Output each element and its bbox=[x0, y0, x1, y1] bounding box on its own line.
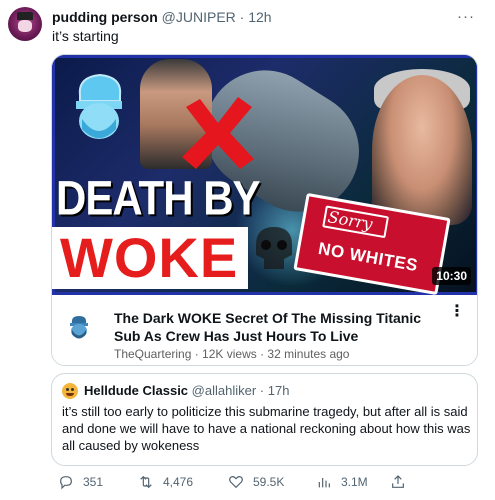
author-handle[interactable]: @JUNIPER bbox=[162, 9, 236, 25]
more-icon[interactable]: ··· bbox=[457, 8, 475, 25]
author-name[interactable]: pudding person bbox=[52, 9, 158, 25]
share-button[interactable] bbox=[390, 474, 406, 490]
quote-text: it’s still too early to politicize this … bbox=[62, 404, 471, 453]
channel-icon[interactable] bbox=[66, 313, 92, 339]
like-icon bbox=[229, 475, 243, 489]
action-bar: 351 4,476 59.5K 3.1M bbox=[58, 474, 478, 494]
views-button[interactable]: 3.1M bbox=[316, 474, 368, 490]
video-age: 32 minutes ago bbox=[267, 347, 350, 361]
share-icon bbox=[392, 475, 404, 488]
views-count: 3.1M bbox=[341, 475, 368, 489]
avatar-mouth bbox=[66, 393, 74, 396]
card-more-icon[interactable]: ⋮ bbox=[449, 304, 465, 320]
author-avatar[interactable] bbox=[8, 7, 42, 41]
retweet-count: 4,476 bbox=[163, 475, 194, 489]
reply-count: 351 bbox=[83, 475, 104, 489]
reply-icon bbox=[60, 476, 72, 490]
thumbnail-headline-1: DEATH BY bbox=[56, 170, 261, 225]
view-count: 12K views bbox=[202, 347, 257, 361]
video-card[interactable]: DEATH BY WOKE Sorry NO WHITES 10:30 The … bbox=[51, 54, 478, 366]
video-meta: TheQuartering · 12K views · 32 minutes a… bbox=[114, 347, 349, 361]
reply-button[interactable]: 351 bbox=[58, 474, 103, 490]
tweet-time[interactable]: 12h bbox=[248, 9, 271, 25]
quote-avatar[interactable] bbox=[62, 383, 78, 399]
sign-sorry-text: Sorry bbox=[326, 207, 375, 234]
like-button[interactable]: 59.5K bbox=[228, 474, 284, 490]
channel-name[interactable]: TheQuartering bbox=[114, 347, 191, 361]
quote-tweet[interactable]: Helldude Classic @allahliker · 17h it’s … bbox=[51, 373, 478, 466]
red-x-icon bbox=[182, 97, 254, 169]
meta-separator-1: · bbox=[191, 347, 203, 361]
tweet-text: it’s starting bbox=[52, 28, 119, 44]
video-thumbnail[interactable]: DEATH BY WOKE Sorry NO WHITES 10:30 bbox=[52, 55, 477, 295]
blue-head-icon bbox=[76, 73, 122, 139]
meta-separator-2: · bbox=[256, 347, 268, 361]
video-duration: 10:30 bbox=[432, 267, 471, 285]
avatar-hat bbox=[17, 12, 33, 20]
retweet-button[interactable]: 4,476 bbox=[138, 474, 193, 490]
retweet-icon bbox=[140, 475, 152, 489]
quote-header: Helldude Classic @allahliker · 17h bbox=[84, 383, 289, 398]
like-count: 59.5K bbox=[253, 475, 285, 489]
quote-time[interactable]: 17h bbox=[268, 383, 290, 398]
quote-author-handle[interactable]: @allahliker bbox=[192, 383, 257, 398]
avatar-eye-left bbox=[66, 388, 69, 391]
tweet[interactable]: pudding person @JUNIPER · 12h ··· it’s s… bbox=[0, 0, 495, 500]
quote-separator: · bbox=[259, 383, 265, 398]
skull-icon bbox=[256, 227, 292, 269]
sign-bottom-text: NO WHITES bbox=[316, 238, 420, 276]
avatar-eye-right bbox=[71, 388, 74, 391]
thumbnail-headline-2: WOKE bbox=[60, 226, 239, 289]
header-separator: · bbox=[239, 9, 245, 25]
quote-author-name[interactable]: Helldude Classic bbox=[84, 383, 188, 398]
avatar-face bbox=[18, 20, 32, 32]
video-info[interactable]: The Dark WOKE Secret Of The Missing Tita… bbox=[52, 295, 477, 365]
views-icon bbox=[318, 478, 330, 488]
tweet-header: pudding person @JUNIPER · 12h bbox=[52, 9, 272, 25]
video-title[interactable]: The Dark WOKE Secret Of The Missing Tita… bbox=[114, 309, 444, 345]
